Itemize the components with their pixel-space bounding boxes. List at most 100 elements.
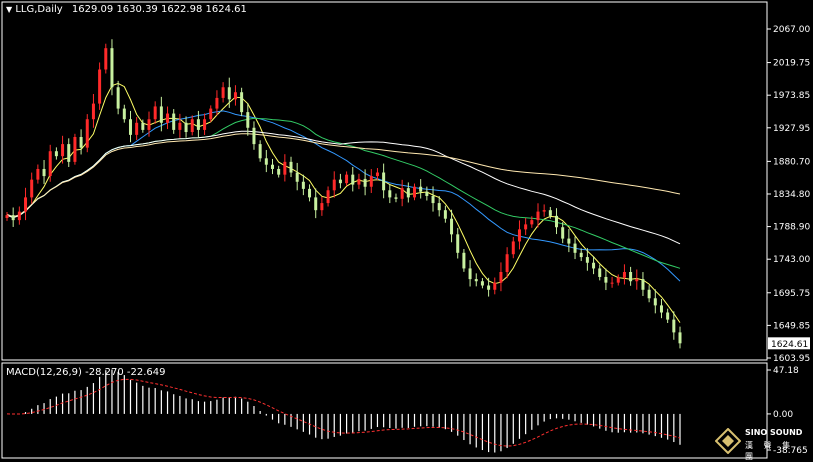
candle-bear: [555, 215, 559, 228]
candle-bear: [382, 172, 386, 191]
macd-header: MACD(12,26,9) -28.270 -22.649: [6, 367, 166, 378]
candle-bear: [116, 87, 120, 109]
price-tick-label: 1649.85: [773, 321, 810, 331]
price-tick-label: 2067.00: [773, 25, 810, 35]
candle-bear: [159, 106, 163, 123]
candle-bull: [178, 122, 182, 130]
candle-bull: [511, 241, 515, 255]
macd-tick-label: 0.00: [773, 410, 793, 420]
candle-bear: [406, 188, 410, 198]
candle-bear: [474, 279, 478, 282]
candle-bear: [246, 112, 250, 128]
logo-text: SINO SOUND: [745, 428, 803, 437]
candle-bull: [61, 144, 65, 157]
candle-bear: [598, 268, 602, 277]
candle-bull: [233, 92, 237, 100]
candle-bear: [67, 144, 71, 162]
candle-bear: [79, 136, 83, 148]
price-chart: 2067.00 2019.75 1973.85 1927.95 1880.70 1834.…: [1, 1, 810, 459]
candle-bear: [468, 268, 472, 280]
symbol-dropdown-icon[interactable]: ▼: [6, 5, 12, 14]
candle-bull: [493, 282, 497, 290]
candle-bull: [283, 161, 287, 175]
logo-sub: 漢 聲 集 團: [745, 441, 795, 461]
candle-bull: [530, 220, 534, 225]
candle-bull: [332, 179, 336, 191]
candle-bear: [227, 87, 231, 100]
candle-bear: [184, 122, 188, 133]
price-tick-label: 2019.75: [773, 59, 810, 69]
price-tick-label: 1834.80: [773, 190, 810, 200]
candle-bear: [314, 197, 318, 211]
candle-bull: [400, 188, 404, 199]
candle-bull: [345, 174, 349, 184]
candle-bull: [542, 210, 546, 212]
candle-bull: [499, 271, 503, 283]
candle-bull: [85, 119, 89, 148]
candle-bull: [505, 254, 509, 272]
candle-bull: [73, 136, 77, 162]
candle-bear: [425, 191, 429, 196]
candle-bear: [270, 164, 274, 169]
candle-bear: [363, 178, 367, 187]
candle-bear: [604, 276, 608, 283]
candle-bull: [17, 211, 21, 221]
ohlc-readout: 1629.09 1630.39 1622.98 1624.61: [71, 4, 247, 15]
candle-bull: [190, 119, 194, 133]
candle-bear: [295, 172, 299, 182]
candle-bull: [375, 172, 379, 177]
candle-bull: [203, 119, 207, 130]
chart-header: ▼ LLG,Daily 1629.09 1630.39 1622.98 1624…: [6, 4, 247, 15]
candle-bull: [24, 197, 28, 212]
candle-bull: [635, 279, 639, 282]
candle-bear: [388, 190, 392, 198]
candle-bear: [240, 92, 244, 113]
candle-bull: [221, 87, 225, 98]
candle-bear: [629, 271, 633, 282]
candle-bull: [622, 271, 626, 278]
candle-bear: [487, 285, 491, 290]
candle-bear: [437, 203, 441, 211]
symbol-label: LLG,Daily: [15, 4, 63, 15]
candle-bull: [5, 215, 9, 218]
candle-bull: [616, 277, 620, 283]
candle-bear: [678, 332, 682, 344]
candle-bear: [419, 186, 423, 192]
sino-sound-logo: SINO SOUND 漢 聲 集 團: [713, 425, 809, 461]
price-tick-label: 1973.85: [773, 91, 810, 101]
candle-bear: [585, 257, 589, 263]
candle-bear: [573, 243, 577, 253]
candle-bull: [209, 108, 213, 120]
candle-bull: [320, 203, 324, 211]
candle-bear: [308, 188, 312, 198]
candle-bear: [443, 210, 447, 219]
candle-bear: [431, 195, 435, 204]
candle-bear: [480, 281, 484, 286]
candle-bear: [289, 161, 293, 173]
candle-bear: [579, 252, 583, 258]
candle-bear: [122, 108, 126, 120]
candle-bear: [567, 238, 571, 244]
candle-bear: [258, 144, 262, 159]
candle-bull: [36, 168, 40, 180]
candle-bear: [666, 312, 670, 320]
price-tick-label: 1743.00: [773, 255, 810, 265]
macd-label: MACD(12,26,9) -28.270 -22.649: [6, 367, 166, 378]
candle-bear: [277, 168, 281, 175]
candle-bear: [659, 305, 663, 313]
candle-bear: [450, 218, 454, 235]
candle-bear: [561, 227, 565, 239]
candle-bear: [456, 234, 460, 253]
candle-bull: [524, 224, 528, 230]
candle-bear: [641, 279, 645, 290]
last-price-text: 1624.61: [771, 340, 808, 350]
candle-bull: [326, 190, 330, 204]
candle-bear: [141, 122, 145, 130]
candle-bear: [54, 151, 58, 157]
candle-bull: [98, 69, 102, 104]
candle-bear: [264, 158, 268, 165]
candle-bear: [338, 179, 342, 184]
candle-bull: [91, 103, 95, 120]
price-tick-label: 1927.95: [773, 124, 810, 134]
candle-bear: [592, 262, 596, 269]
